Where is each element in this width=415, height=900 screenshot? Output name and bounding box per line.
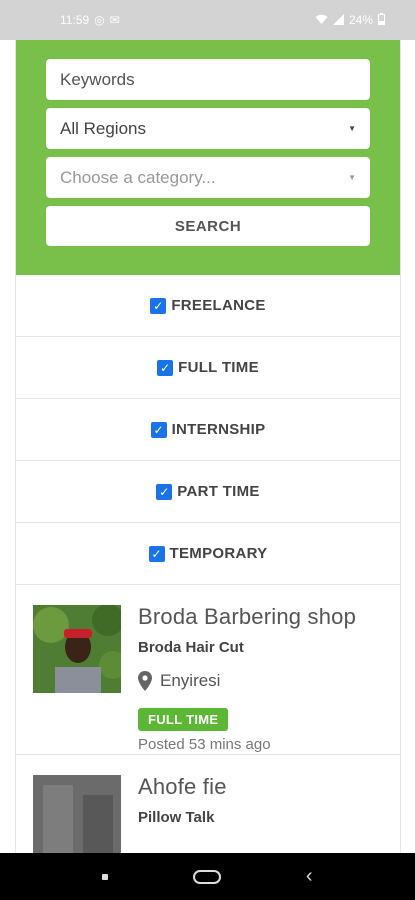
recent-apps-icon[interactable] — [102, 873, 109, 880]
filter-full-time[interactable]: ✓ FULL TIME — [16, 337, 400, 399]
location-text: Enyiresi — [160, 671, 221, 690]
job-type-badge: FULL TIME — [138, 708, 229, 731]
checkbox-checked-icon[interactable]: ✓ — [150, 297, 167, 314]
checkbox-checked-icon[interactable]: ✓ — [150, 421, 167, 438]
home-icon[interactable] — [193, 869, 222, 884]
filter-part-time[interactable]: ✓ PART TIME — [16, 461, 400, 523]
search-button[interactable]: SEARCH — [46, 206, 370, 246]
wifi-icon — [315, 14, 328, 27]
battery-icon — [378, 13, 385, 27]
mail-icon: ✉ — [109, 13, 120, 27]
job-title[interactable]: Broda Barbering shop — [138, 604, 356, 630]
filter-label: FREELANCE — [171, 297, 266, 314]
category-select[interactable]: Choose a category... ▼ — [46, 157, 370, 198]
status-bar: 11:59 ◎ ✉ 24% — [0, 0, 415, 40]
keywords-input[interactable] — [60, 69, 356, 90]
job-posted-time: Posted 53 mins ago — [138, 736, 271, 753]
filter-internship[interactable]: ✓ INTERNSHIP — [16, 399, 400, 461]
checkbox-checked-icon[interactable]: ✓ — [156, 483, 173, 500]
job-company: Broda Hair Cut — [138, 639, 244, 656]
search-panel: All Regions ▼ Choose a category... ▼ SEA… — [16, 40, 400, 275]
job-thumbnail[interactable] — [33, 605, 121, 693]
whatsapp-icon: ◎ — [94, 13, 105, 27]
filter-freelance[interactable]: ✓ FREELANCE — [16, 275, 400, 337]
keywords-field[interactable] — [46, 59, 370, 100]
filter-label: INTERNSHIP — [171, 421, 266, 438]
job-thumbnail[interactable] — [33, 775, 121, 853]
filter-label: PART TIME — [177, 483, 260, 500]
checkbox-checked-icon[interactable]: ✓ — [157, 359, 174, 376]
job-type-filters: ✓ FREELANCE ✓ FULL TIME ✓ INTERNSHIP ✓ P… — [16, 275, 400, 585]
region-select[interactable]: All Regions ▼ — [46, 108, 370, 149]
job-listing[interactable]: Ahofe fie Pillow Talk — [16, 755, 400, 853]
job-company: Pillow Talk — [138, 809, 215, 826]
job-title[interactable]: Ahofe fie — [138, 774, 227, 800]
back-icon[interactable]: ‹ — [306, 865, 313, 888]
region-select-value: All Regions — [60, 118, 146, 138]
job-listing[interactable]: Broda Barbering shop Broda Hair Cut Enyi… — [16, 585, 400, 755]
job-location: Enyiresi — [138, 671, 220, 691]
status-time: 11:59 — [60, 13, 90, 27]
category-select-placeholder: Choose a category... — [60, 167, 216, 187]
battery-text: 24% — [348, 13, 373, 27]
location-pin-icon — [138, 671, 152, 691]
dropdown-caret-icon: ▼ — [348, 124, 356, 133]
dropdown-caret-icon: ▼ — [348, 173, 356, 182]
main-content: All Regions ▼ Choose a category... ▼ SEA… — [15, 40, 401, 853]
filter-label: FULL TIME — [178, 359, 259, 376]
checkbox-checked-icon[interactable]: ✓ — [148, 545, 165, 562]
status-left: 11:59 ◎ ✉ — [60, 13, 120, 27]
signal-icon — [332, 13, 344, 27]
filter-temporary[interactable]: ✓ TEMPORARY — [16, 523, 400, 585]
android-nav-bar: ‹ — [0, 853, 415, 900]
filter-label: TEMPORARY — [169, 545, 268, 562]
status-right: 24% — [315, 13, 385, 27]
